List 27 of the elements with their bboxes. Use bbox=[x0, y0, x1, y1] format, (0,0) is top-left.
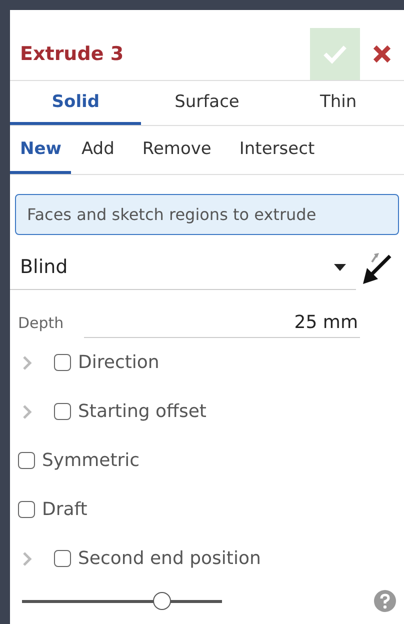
checkbox[interactable] bbox=[18, 501, 35, 518]
option-label: Symmetric bbox=[42, 450, 140, 471]
operation-tab[interactable]: Remove bbox=[132, 126, 222, 174]
tab[interactable]: Surface bbox=[141, 81, 273, 125]
checkbox[interactable] bbox=[18, 452, 35, 469]
tab[interactable]: Solid bbox=[10, 81, 142, 125]
tab[interactable]: Thin bbox=[272, 81, 404, 125]
operation-tab[interactable]: New bbox=[10, 126, 72, 174]
option-label: Second end position bbox=[78, 548, 261, 569]
option-label: Draft bbox=[42, 499, 88, 520]
check-icon bbox=[322, 43, 348, 65]
operation-tab[interactable]: Intersect bbox=[229, 126, 325, 174]
slider-thumb[interactable] bbox=[153, 592, 171, 610]
end-type-dropdown[interactable]: Blind bbox=[10, 245, 356, 290]
checkbox[interactable] bbox=[54, 550, 71, 567]
caret-icon bbox=[334, 264, 346, 270]
depth-label: Depth bbox=[18, 314, 65, 334]
operation-tab[interactable]: Add bbox=[71, 126, 124, 174]
depth-field[interactable]: 25 mm bbox=[84, 312, 360, 338]
option-label: Direction bbox=[78, 352, 160, 373]
dialog-title: Extrude 3 bbox=[19, 43, 125, 65]
option-label: Starting offset bbox=[78, 401, 206, 422]
help-icon[interactable] bbox=[374, 590, 396, 612]
close-icon bbox=[372, 44, 392, 64]
checkbox[interactable] bbox=[54, 403, 71, 420]
selection-field[interactable]: Faces and sketch regions to extrude bbox=[15, 194, 399, 235]
checkbox[interactable] bbox=[54, 354, 71, 371]
